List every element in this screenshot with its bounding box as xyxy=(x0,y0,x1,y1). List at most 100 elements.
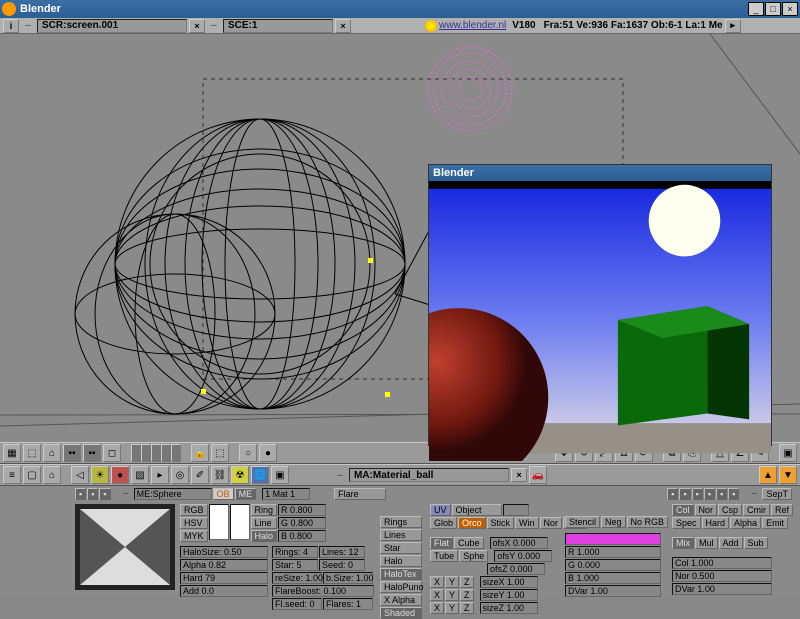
material-name-field[interactable]: MA:Material_ball xyxy=(349,468,509,482)
x3-btn[interactable]: X xyxy=(430,602,444,614)
realtime-button[interactable]: ◎ xyxy=(171,466,189,484)
tex2-slot[interactable]: ▪ xyxy=(87,488,98,500)
ob-button[interactable]: OB xyxy=(213,488,234,500)
sizex-field[interactable]: sizeX 1.00 xyxy=(480,576,538,588)
mat-index-field[interactable]: 1 Mat 1 xyxy=(262,488,310,500)
rings-field[interactable]: Rings: 4 xyxy=(272,546,318,558)
halo-mode[interactable]: Halo xyxy=(251,530,278,542)
y-btn[interactable]: Y xyxy=(445,576,459,588)
star-toggle[interactable]: Star xyxy=(380,542,422,554)
panel-button[interactable]: ▢ xyxy=(23,466,41,484)
me-button[interactable]: ME xyxy=(235,488,257,500)
y3-btn[interactable]: Y xyxy=(445,602,459,614)
world-button[interactable]: 🌐 xyxy=(251,466,269,484)
3d-viewport[interactable]: Blender xyxy=(0,34,800,442)
home2-button[interactable]: ⌂ xyxy=(43,466,61,484)
subsize-field[interactable]: b.Size: 1.00 xyxy=(323,572,373,584)
material-button[interactable]: ● xyxy=(111,466,129,484)
halo-toggle[interactable]: Halo xyxy=(380,555,422,567)
myk-mode[interactable]: MYK xyxy=(180,530,208,542)
rgb-mode[interactable]: RGB xyxy=(180,504,208,516)
layer-slot[interactable] xyxy=(151,444,161,462)
var-amount-field[interactable]: DVar 1.00 xyxy=(672,583,772,595)
sub-btn[interactable]: Sub xyxy=(744,537,768,549)
sizez-field[interactable]: sizeZ 1.00 xyxy=(480,602,538,614)
view-button[interactable]: ◁ xyxy=(71,466,89,484)
nor-button[interactable]: Nor xyxy=(540,517,563,529)
lines-field[interactable]: Lines: 12 xyxy=(319,546,365,558)
screen-selector[interactable]: SCR:screen.001 xyxy=(37,19,187,33)
nor-amount-field[interactable]: Nor 0.500 xyxy=(672,570,772,582)
hsv-mode[interactable]: HSV xyxy=(180,517,208,529)
z-btn[interactable]: Z xyxy=(460,576,474,588)
mix-btn[interactable]: Mix xyxy=(672,537,694,549)
tex-slot[interactable]: ▪ xyxy=(728,488,739,500)
layer-slot[interactable] xyxy=(171,444,181,462)
ref-btn[interactable]: Ref xyxy=(771,504,793,516)
object-name-field[interactable] xyxy=(503,504,529,516)
alpha-field[interactable]: Alpha 0.82 xyxy=(180,559,268,571)
blender-url[interactable]: www.blender.nl xyxy=(439,20,506,31)
x-btn[interactable]: X xyxy=(430,576,444,588)
bbox-button[interactable]: ⬚ xyxy=(211,444,229,462)
lines-toggle[interactable]: Lines xyxy=(380,529,422,541)
neg-btn[interactable]: Neg xyxy=(601,516,626,528)
out-b-field[interactable]: B 1.000 xyxy=(565,572,661,584)
constraint-button[interactable]: ⛓ xyxy=(211,466,229,484)
win-button[interactable]: Win xyxy=(515,517,539,529)
render2-button[interactable]: ▣ xyxy=(271,466,289,484)
flareboost-field[interactable]: FlareBoost: 0.100 xyxy=(272,585,374,597)
layer-slot[interactable] xyxy=(161,444,171,462)
up-arrow-button[interactable]: ▲ xyxy=(759,466,777,484)
render-window[interactable]: Blender xyxy=(428,164,772,446)
flaresize-field[interactable]: reSize: 1.00 xyxy=(272,572,322,584)
grid-icon[interactable]: ▦ xyxy=(3,444,21,462)
ofsz-field[interactable]: ofsZ 0.000 xyxy=(487,563,545,575)
out-g-field[interactable]: G 0.000 xyxy=(565,559,661,571)
tex-slot[interactable]: ▪ xyxy=(679,488,690,500)
mesh-name-field[interactable]: ME:Sphere xyxy=(134,488,212,500)
layer-slot[interactable] xyxy=(141,444,151,462)
hard-field[interactable]: Hard 79 xyxy=(180,572,268,584)
addblend-btn[interactable]: Add xyxy=(719,537,743,549)
tex-slot[interactable]: ▪ xyxy=(716,488,727,500)
seed-field[interactable]: Seed: 0 xyxy=(319,559,365,571)
flat-button[interactable]: Flat xyxy=(430,537,453,549)
layers2-button[interactable]: ▪▪ xyxy=(83,444,101,462)
tex3-slot[interactable]: ▪ xyxy=(99,488,110,500)
uv-button[interactable]: UV xyxy=(430,504,451,516)
sizey-field[interactable]: sizeY 1.00 xyxy=(480,589,538,601)
tex1-slot[interactable]: ▪ xyxy=(75,488,86,500)
color-swatch[interactable] xyxy=(209,504,229,540)
minimize-button[interactable]: _ xyxy=(748,2,764,16)
add-field[interactable]: Add 0.0 xyxy=(180,585,268,597)
star-field[interactable]: Star: 5 xyxy=(272,559,318,571)
script-button[interactable]: ☢ xyxy=(231,466,249,484)
orco-button[interactable]: Orco xyxy=(458,517,486,529)
local-button[interactable]: ◻ xyxy=(103,444,121,462)
spec-btn[interactable]: Spec xyxy=(672,517,701,529)
ofsy-field[interactable]: ofsY 0.000 xyxy=(494,550,552,562)
lamp-button[interactable]: ☀ xyxy=(91,466,109,484)
draw-solid-button[interactable]: ● xyxy=(259,444,277,462)
csp-btn[interactable]: Csp xyxy=(718,504,742,516)
hard2-btn[interactable]: Hard xyxy=(702,517,730,529)
layer-slot[interactable] xyxy=(131,444,141,462)
lock-button[interactable]: 🔒 xyxy=(191,444,209,462)
cube-button[interactable]: Cube xyxy=(454,537,484,549)
anim-button[interactable]: ▸ xyxy=(151,466,169,484)
halopuno-btn[interactable]: HaloPuno xyxy=(380,581,422,593)
screen-delete-button[interactable]: × xyxy=(189,19,205,33)
edit-button[interactable]: ✐ xyxy=(191,466,209,484)
color-swatch-out[interactable] xyxy=(565,533,661,545)
ofsx-field[interactable]: ofsX 0.000 xyxy=(490,537,548,549)
sept-button[interactable]: SepT xyxy=(762,488,792,500)
scene-selector[interactable]: SCE:1 xyxy=(223,19,333,33)
out-r-field[interactable]: R 1.000 xyxy=(565,546,661,558)
rings-toggle[interactable]: Rings xyxy=(380,516,422,528)
tex-slot[interactable]: ▪ xyxy=(667,488,678,500)
alpha2-btn[interactable]: Alpha xyxy=(730,517,761,529)
glob-button[interactable]: Glob xyxy=(430,517,457,529)
halotex-btn[interactable]: HaloTex xyxy=(380,568,422,580)
flare-button[interactable]: Flare xyxy=(334,488,386,500)
